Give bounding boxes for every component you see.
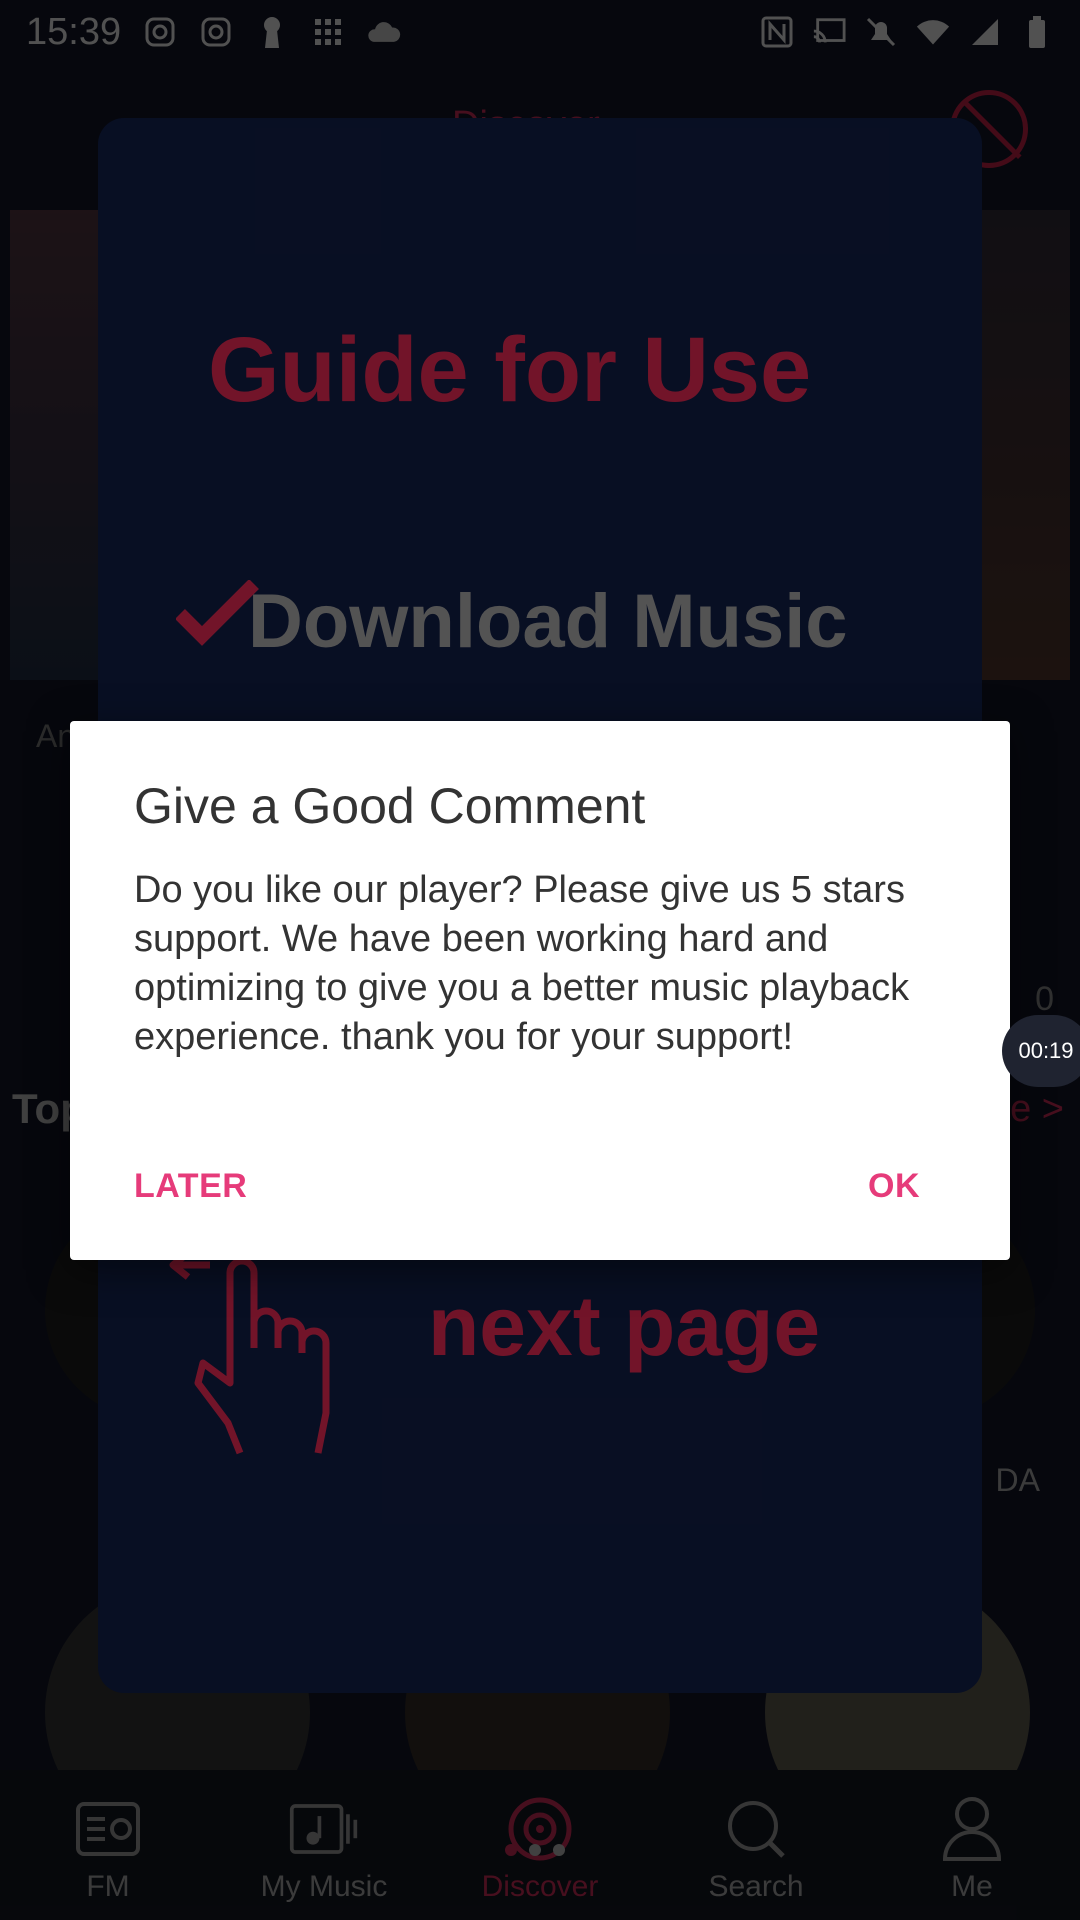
rating-dialog: Give a Good Comment Do you like our play…: [70, 721, 1010, 1260]
later-button[interactable]: LATER: [134, 1161, 247, 1212]
dialog-title: Give a Good Comment: [134, 778, 646, 834]
playback-timer[interactable]: 00:19: [1002, 1015, 1080, 1087]
ok-button[interactable]: OK: [868, 1161, 920, 1212]
dialog-message: Do you like our player? Please give us 5…: [134, 869, 910, 1058]
